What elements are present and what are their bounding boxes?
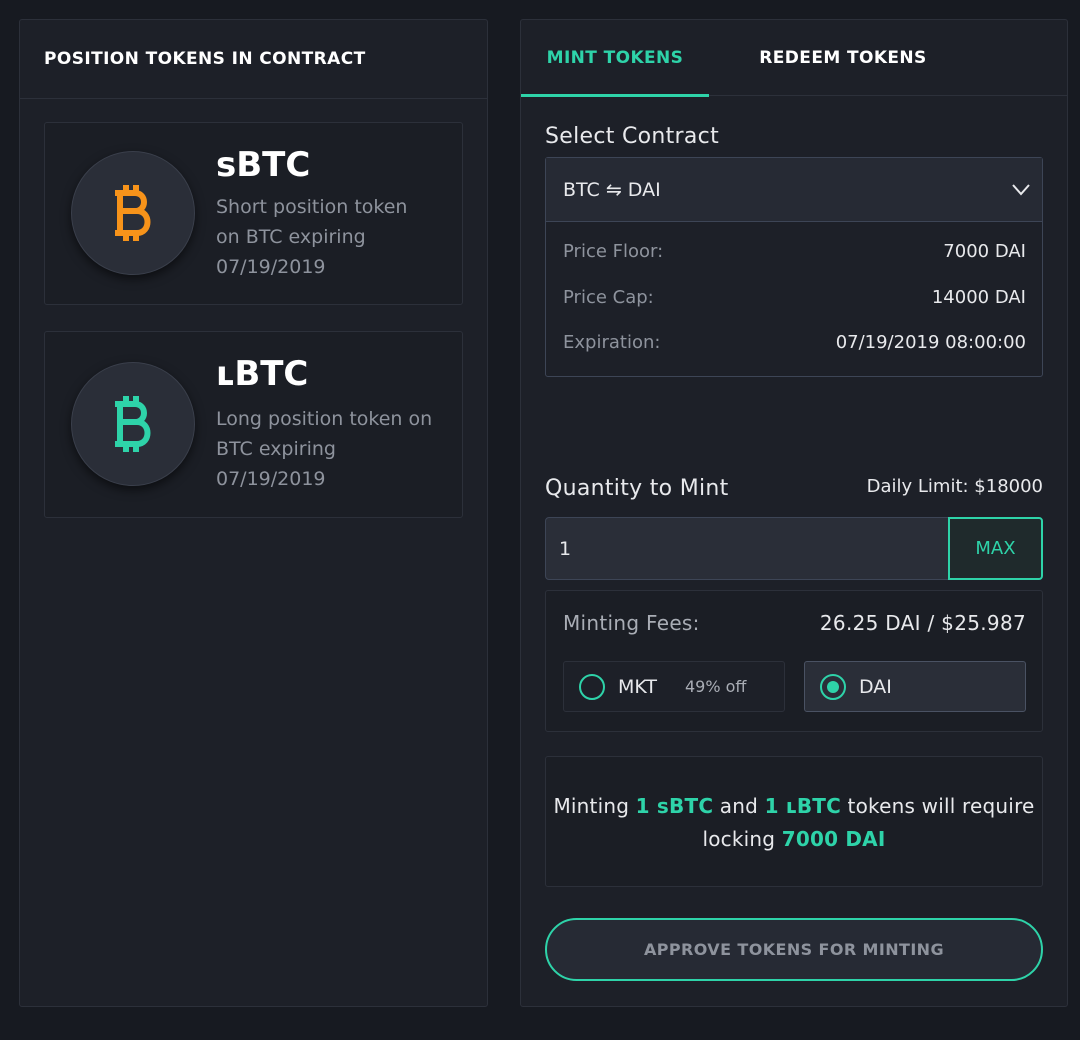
fee-option-dai-label: DAI [859,675,892,698]
minting-fees-value: 26.25 DAI / $25.987 [819,611,1026,635]
expiration-label: Expiration: [563,332,661,353]
fee-option-mkt[interactable]: MKT 49% off [563,661,785,712]
radio-unselected-icon[interactable] [579,673,605,700]
contract-dropdown[interactable]: BTC ⇋ DAI [546,158,1042,222]
price-floor-label: Price Floor: [563,241,664,262]
price-floor-row: Price Floor: 7000 DAI [563,241,1026,262]
long-token-name: ʟBTC [216,354,309,394]
position-tokens-header: POSITION TOKENS IN CONTRACT [20,20,487,99]
chevron-down-icon [1012,184,1030,196]
fee-discount-badge: 49% off [684,677,747,696]
position-tokens-title: POSITION TOKENS IN CONTRACT [44,49,366,69]
contract-select: BTC ⇋ DAI Price Floor: 7000 DAI Price Ca… [545,157,1043,377]
price-cap-label: Price Cap: [563,287,654,308]
short-token-description: Short position token on BTC expiring 07/… [216,196,408,278]
radio-selected-icon[interactable] [820,673,846,700]
contract-selected-value: BTC ⇋ DAI [563,178,661,201]
price-cap-value: 14000 DAI [931,287,1026,308]
short-token-name: sBTC [216,145,311,185]
minting-fees-box: Minting Fees: 26.25 DAI / $25.987 MKT 49… [545,590,1043,732]
summary-text-2: and [713,794,765,818]
position-tokens-panel: POSITION TOKENS IN CONTRACT sBTC Short p… [19,19,488,1007]
price-cap-row: Price Cap: 14000 DAI [563,287,1026,308]
quantity-input[interactable] [545,517,949,580]
summary-collateral: 7000 DAI [781,827,886,851]
approve-tokens-button[interactable]: APPROVE TOKENS FOR MINTING [545,918,1043,981]
summary-text-1: Minting [553,794,636,818]
max-button[interactable]: MAX [948,517,1043,580]
token-card-short: sBTC Short position token on BTC expirin… [44,122,463,305]
price-floor-value: 7000 DAI [943,241,1026,262]
short-token-coin [71,151,195,275]
tab-mint-tokens[interactable]: MINT TOKENS [521,20,709,97]
expiration-value: 07/19/2019 08:00:00 [835,332,1026,353]
long-token-description: Long position token on BTC expiring 07/1… [216,408,433,490]
mint-summary: Minting 1 sBTC and 1 ʟBTC tokens will re… [545,756,1043,887]
minting-fees-label: Minting Fees: [563,611,700,635]
select-contract-label: Select Contract [545,124,720,149]
summary-long-qty: 1 ʟBTC [764,794,841,818]
long-token-coin [71,362,195,486]
quantity-label: Quantity to Mint [545,476,729,501]
bitcoin-icon [115,396,151,452]
tab-bar: MINT TOKENS REDEEM TOKENS [521,20,1067,97]
mint-redeem-panel: MINT TOKENS REDEEM TOKENS Select Contrac… [520,19,1068,1007]
expiration-row: Expiration: 07/19/2019 08:00:00 [563,332,1026,353]
daily-limit: Daily Limit: $18000 [866,476,1043,497]
summary-short-qty: 1 sBTC [635,794,714,818]
bitcoin-icon [115,185,151,241]
tab-redeem-tokens[interactable]: REDEEM TOKENS [733,20,953,96]
fee-option-mkt-label: MKT [618,675,657,698]
token-card-long: ʟBTC Long position token on BTC expiring… [44,331,463,518]
fee-option-dai[interactable]: DAI [804,661,1026,712]
